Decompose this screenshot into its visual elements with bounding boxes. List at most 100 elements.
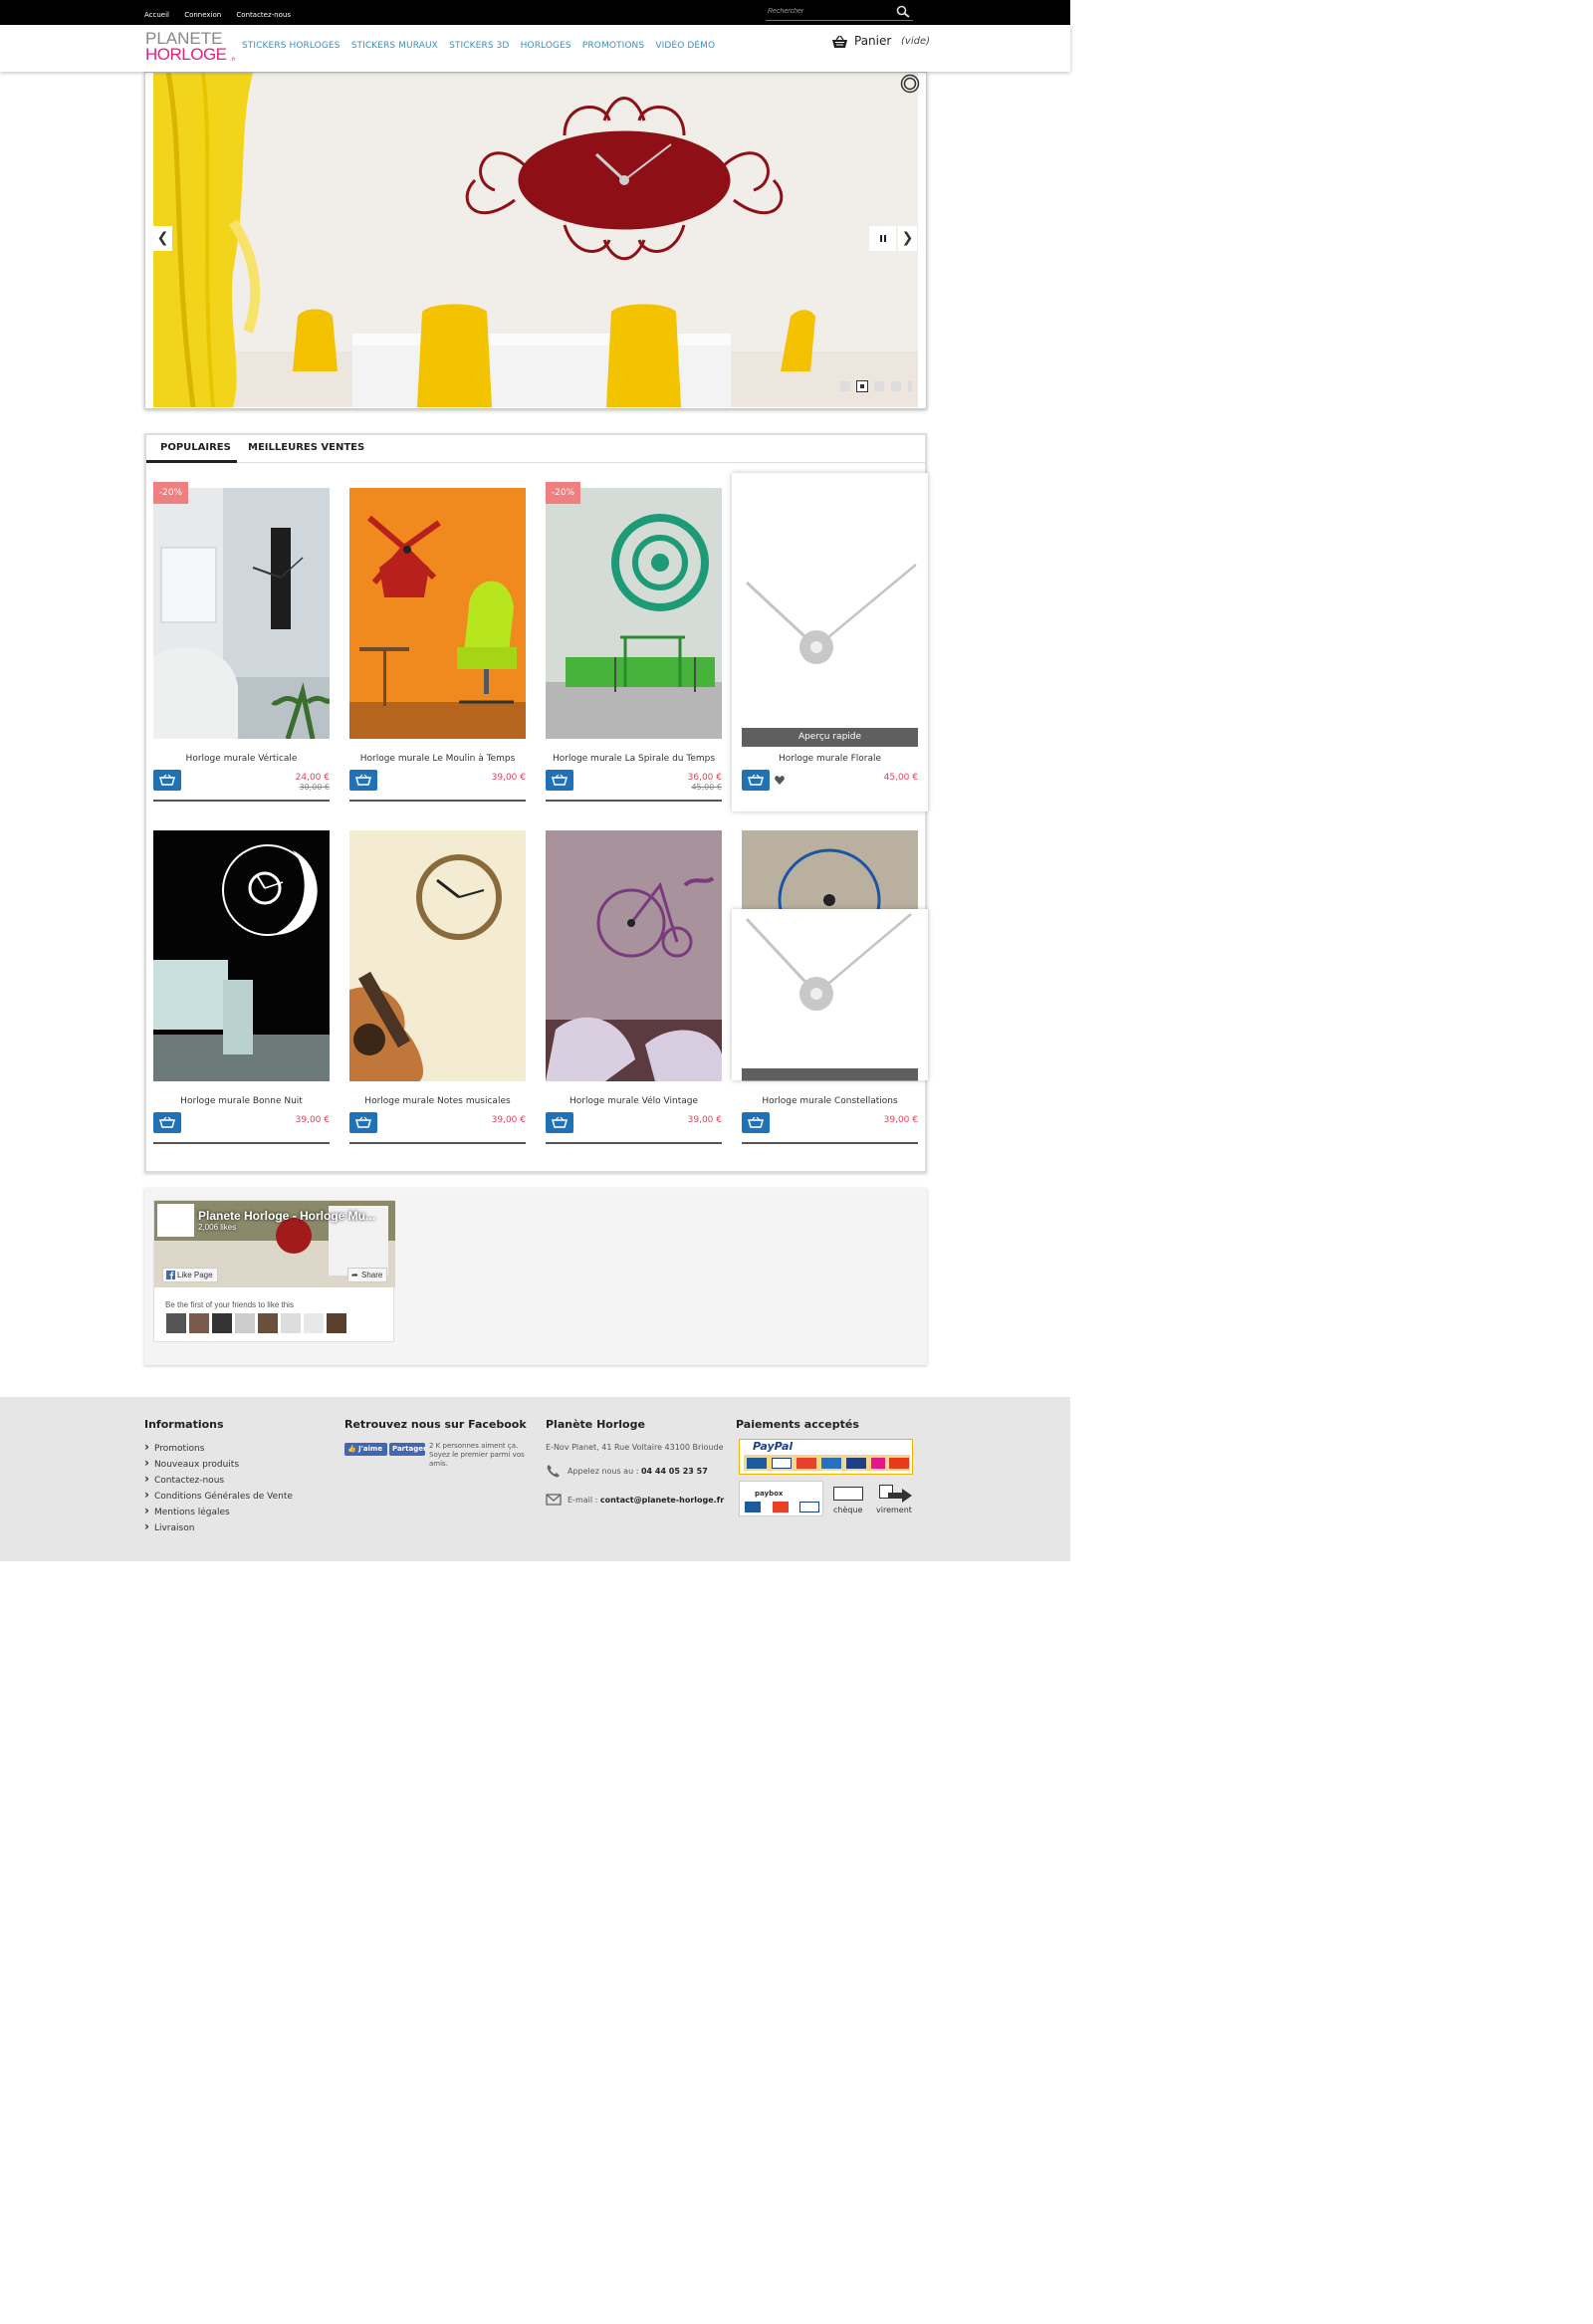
product-card[interactable]: Horloge murale Notes musicales 39,00 € <box>349 830 526 1149</box>
add-to-cart-button[interactable] <box>349 1112 377 1133</box>
footer-link-mentions-legales[interactable]: Mentions légales <box>144 1507 293 1517</box>
product-name[interactable]: Horloge murale Vélo Vintage <box>546 1096 722 1106</box>
product-name[interactable]: Horloge murale Vérticale <box>153 754 330 764</box>
add-to-cart-button[interactable] <box>546 1112 573 1133</box>
footer-link-cgv[interactable]: Conditions Générales de Vente <box>144 1491 293 1502</box>
product-image[interactable] <box>349 830 526 1081</box>
slider-dot-5[interactable] <box>908 381 912 391</box>
fb-share-button[interactable]: ➦ Share <box>347 1268 387 1282</box>
product-image[interactable] <box>546 488 722 739</box>
phone-number[interactable]: 04 44 05 23 57 <box>641 1467 708 1476</box>
nav-horloges[interactable]: HORLOGES <box>521 41 571 51</box>
tab-meilleures-ventes[interactable]: MEILLEURES VENTES <box>248 442 364 453</box>
facebook-page-plugin[interactable]: Planete Horloge - Horloge Mu... 2,006 li… <box>153 1200 395 1342</box>
nav-video-demo[interactable]: VIDÉO DÉMO <box>655 41 715 51</box>
email-address[interactable]: contact@planete-horloge.fr <box>600 1496 724 1505</box>
product-name[interactable]: Horloge murale Le Moulin à Temps <box>349 754 526 764</box>
cheque-text: chèque <box>833 1506 863 1514</box>
add-to-cart-button[interactable] <box>742 1112 770 1133</box>
top-link-accueil[interactable]: Accueil <box>144 11 169 19</box>
product-name[interactable]: Horloge murale Florale <box>742 754 918 764</box>
slider-prev-button[interactable]: ❮ <box>153 226 172 251</box>
fb-jaime-button[interactable]: 👍 J'aime <box>344 1443 387 1456</box>
avatar[interactable] <box>304 1313 324 1333</box>
avatar[interactable] <box>327 1313 346 1333</box>
nav-stickers-muraux[interactable]: STICKERS MURAUX <box>351 41 438 51</box>
main-nav: STICKERS HORLOGES STICKERS MURAUX STICKE… <box>242 40 723 51</box>
product-price: 36,00 € <box>687 773 722 783</box>
facebook-cover[interactable]: Planete Horloge - Horloge Mu... 2,006 li… <box>154 1201 395 1287</box>
slider-next-button[interactable]: ❯ <box>898 226 917 251</box>
avatar[interactable] <box>212 1313 232 1333</box>
fb-page-title[interactable]: Planete Horloge - Horloge Mu... <box>198 1209 375 1223</box>
nav-stickers-horloges[interactable]: STICKERS HORLOGES <box>242 41 341 51</box>
product-price: 24,00 € <box>295 773 330 783</box>
slider-dot-2[interactable] <box>856 380 868 392</box>
paybox-logo: paybox <box>739 1481 823 1516</box>
add-to-cart-button[interactable] <box>349 770 377 791</box>
product-card[interactable]: -20% Horloge murale La Spirale du Temps … <box>546 482 722 807</box>
paypal-text: PayPal <box>753 1440 794 1453</box>
add-to-cart-button[interactable] <box>153 1112 181 1133</box>
top-link-connexion[interactable]: Connexion <box>184 11 221 19</box>
slider-dot-1[interactable] <box>840 381 850 391</box>
product-card[interactable]: Horloge murale Bonne Nuit 39,00 € <box>153 830 330 1149</box>
nav-promotions[interactable]: PROMOTIONS <box>582 41 644 51</box>
product-image[interactable] <box>153 830 330 1081</box>
avatar[interactable] <box>281 1313 301 1333</box>
product-image-overlay <box>732 909 928 1080</box>
tab-populaires[interactable]: POPULAIRES <box>160 442 231 453</box>
footer-info-title: Informations <box>144 1418 224 1431</box>
fb-partager-button[interactable]: Partager <box>389 1443 426 1456</box>
product-name[interactable]: Horloge murale Bonne Nuit <box>153 1096 330 1106</box>
product-name[interactable]: Horloge murale La Spirale du Temps <box>546 754 722 764</box>
fb-friend-avatars <box>166 1313 349 1333</box>
basket-icon <box>159 1116 175 1128</box>
add-to-cart-button[interactable] <box>546 770 573 791</box>
logo-tld: .fr <box>230 57 236 63</box>
cheque-logo: chèque <box>831 1487 867 1516</box>
footer-pay-title: Paiements acceptés <box>736 1418 859 1431</box>
cheque-icon <box>833 1487 863 1501</box>
avatar[interactable] <box>235 1313 255 1333</box>
heart-icon[interactable] <box>775 776 785 785</box>
product-card[interactable]: Horloge murale Vélo Vintage 39,00 € <box>546 830 722 1149</box>
cb-icon <box>747 1458 767 1469</box>
nav-stickers-3d[interactable]: STICKERS 3D <box>449 41 509 51</box>
product-card[interactable]: -20% Horloge murale Vérticale 24,00 € 30… <box>153 482 330 807</box>
fb-likes-text: 2 K personnes aiment ça. Soyez le premie… <box>429 1442 525 1468</box>
product-price: 39,00 € <box>687 1115 722 1125</box>
avatar[interactable] <box>258 1313 278 1333</box>
product-card[interactable]: Horloge murale Le Moulin à Temps 39,00 € <box>349 488 526 807</box>
search-input[interactable] <box>768 4 892 19</box>
avatar[interactable] <box>166 1313 186 1333</box>
fb-like-page-button[interactable]: Like Page <box>162 1268 218 1282</box>
top-link-contact[interactable]: Contactez-nous <box>236 11 291 19</box>
search-box <box>766 4 913 21</box>
product-name[interactable]: Horloge murale Notes musicales <box>349 1096 526 1106</box>
product-card[interactable]: Aperçu rapide Horloge murale Florale 45,… <box>742 488 918 807</box>
add-to-cart-button[interactable] <box>153 770 181 791</box>
product-price: 39,00 € <box>295 1115 330 1125</box>
quick-view-button[interactable]: Aperçu rapide <box>742 728 918 747</box>
basket-icon <box>832 35 847 48</box>
search-icon[interactable] <box>896 5 910 19</box>
footer-link-livraison[interactable]: Livraison <box>144 1522 293 1533</box>
slider-dot-3[interactable] <box>874 381 884 391</box>
product-name[interactable]: Horloge murale Constellations <box>742 1096 918 1106</box>
slider-pause-button[interactable] <box>869 226 896 251</box>
footer-link-nouveaux-produits[interactable]: Nouveaux produits <box>144 1459 293 1470</box>
product-image[interactable] <box>153 488 330 739</box>
product-card[interactable]: Horloge murale Constellations 39,00 € <box>732 830 928 1149</box>
site-logo[interactable]: PLANETE HORLOGE .fr <box>144 29 236 69</box>
footer-link-promotions[interactable]: Promotions <box>144 1443 293 1454</box>
cart-label: Panier <box>854 34 892 48</box>
add-to-cart-button[interactable] <box>742 770 770 791</box>
product-image[interactable] <box>546 830 722 1081</box>
virement-logo: virement <box>876 1485 916 1516</box>
product-image[interactable] <box>742 488 918 739</box>
product-image[interactable] <box>349 488 526 739</box>
footer-link-contactez-nous[interactable]: Contactez-nous <box>144 1475 293 1486</box>
avatar[interactable] <box>189 1313 209 1333</box>
slider-dot-4[interactable] <box>891 381 901 391</box>
